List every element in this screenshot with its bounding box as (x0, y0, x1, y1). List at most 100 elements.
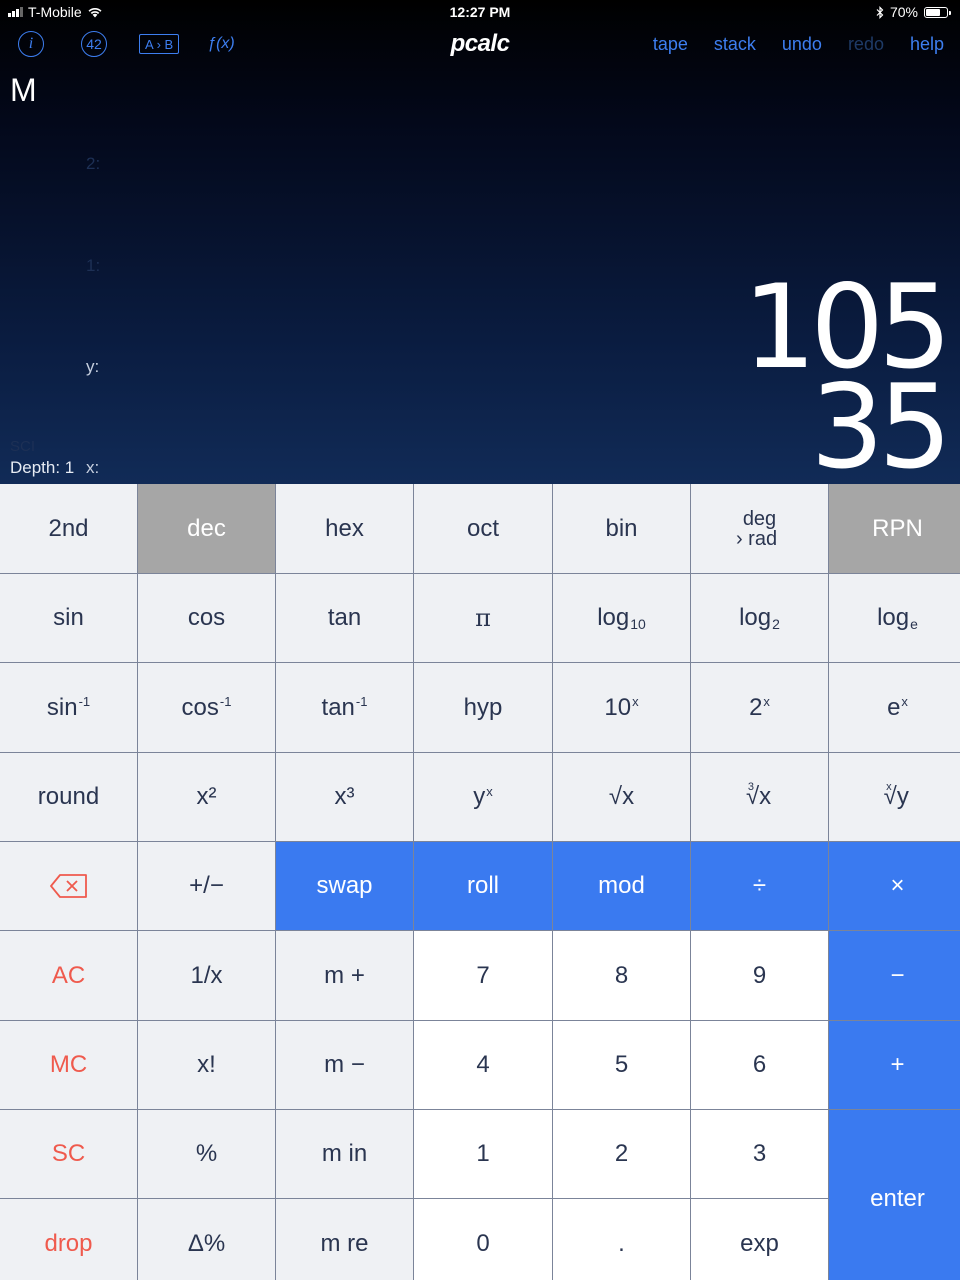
register-label-2: 2: (86, 154, 101, 173)
dec-mode-key[interactable]: dec (138, 484, 275, 573)
digit-3-key[interactable]: 3 (691, 1110, 828, 1198)
digit-1-key[interactable]: 1 (414, 1110, 552, 1198)
x-root-index: x (886, 781, 892, 793)
reciprocal-key[interactable]: 1/x (138, 931, 275, 1020)
oct-mode-key[interactable]: oct (414, 484, 552, 573)
memory-minus-key[interactable]: m − (276, 1021, 413, 1109)
memory-recall-key[interactable]: m re (276, 1199, 413, 1280)
multiply-key[interactable]: × (829, 842, 960, 930)
pi-key[interactable]: π (414, 574, 552, 662)
sin-key[interactable]: sin (0, 574, 137, 662)
bluetooth-icon (876, 5, 884, 19)
acos-sup: -1 (219, 694, 232, 709)
battery-icon (924, 6, 951, 18)
enter-key[interactable]: enter (829, 1110, 960, 1280)
status-bar: T-Mobile 12:27 PM 70% (0, 0, 960, 26)
asin-base: sin (46, 693, 78, 721)
loge-key[interactable]: log e (829, 574, 960, 662)
log10-key[interactable]: log 10 (553, 574, 690, 662)
stack-clear-key[interactable]: SC (0, 1110, 137, 1198)
register-label-y: y: (86, 357, 100, 376)
digit-7-key[interactable]: 7 (414, 931, 552, 1020)
hex-mode-key[interactable]: hex (276, 484, 413, 573)
redo-link[interactable]: redo (848, 34, 884, 55)
log2-base: log (739, 604, 772, 631)
digit-9-key[interactable]: 9 (691, 931, 828, 1020)
exponent-key[interactable]: exp (691, 1199, 828, 1280)
percent-key[interactable]: % (138, 1110, 275, 1198)
roll-key[interactable]: roll (414, 842, 552, 930)
ypow-sup: x (486, 783, 493, 799)
all-clear-key[interactable]: AC (0, 931, 137, 1020)
digit-6-key[interactable]: 6 (691, 1021, 828, 1109)
two-power-key[interactable]: 2x (691, 663, 828, 752)
memory-indicator: M (10, 72, 37, 108)
status-right: 70% (876, 4, 951, 20)
x-cubed-key[interactable]: x³ (276, 753, 413, 841)
digit-2-key[interactable]: 2 (553, 1110, 690, 1198)
asin-key[interactable]: sin -1 (0, 663, 137, 752)
acos-key[interactable]: cos -1 (138, 663, 275, 752)
drop-key[interactable]: drop (0, 1199, 137, 1280)
undo-link[interactable]: undo (782, 34, 822, 55)
bin-mode-key[interactable]: bin (553, 484, 690, 573)
keypad: 2nd dec hex oct bin deg › rad RPN sin cos… (0, 484, 960, 1280)
x-register-value: 35 (810, 360, 952, 485)
delta-percent-key[interactable]: Δ% (138, 1199, 275, 1280)
log2-sub: 2 (772, 616, 780, 632)
square-root-key[interactable]: √x (553, 753, 690, 841)
subtract-key[interactable]: − (829, 931, 960, 1020)
tape-link[interactable]: tape (653, 34, 688, 55)
add-key[interactable]: + (829, 1021, 960, 1109)
display-area: T-Mobile 12:27 PM 70% i 42 A › B ƒ(x) pc… (0, 0, 960, 484)
hyp-key[interactable]: hyp (414, 663, 552, 752)
toolbar-links: tape stack undo redo help (653, 34, 944, 55)
backspace-key[interactable] (0, 842, 137, 930)
second-function-key[interactable]: 2nd (0, 484, 137, 573)
e-power-key[interactable]: ex (829, 663, 960, 752)
ypow-base: y (473, 783, 486, 810)
e-base: e (887, 693, 901, 721)
rpn-mode-key[interactable]: RPN (829, 484, 960, 573)
cos-key[interactable]: cos (138, 574, 275, 662)
cube-root-index: 3 (747, 781, 754, 793)
decimal-point-key[interactable]: . (553, 1199, 690, 1280)
log10-sub: 10 (630, 616, 646, 632)
ten-sup: x (632, 694, 639, 709)
deg-rad-key[interactable]: deg › rad (691, 484, 828, 573)
status-time: 12:27 PM (449, 4, 511, 20)
memory-clear-key[interactable]: MC (0, 1021, 137, 1109)
digit-0-key[interactable]: 0 (414, 1199, 552, 1280)
cube-root-key[interactable]: 3 √x (691, 753, 828, 841)
memory-plus-key[interactable]: m + (276, 931, 413, 1020)
ten-power-key[interactable]: 10 x (553, 663, 690, 752)
x-squared-key[interactable]: x² (138, 753, 275, 841)
digit-8-key[interactable]: 8 (553, 931, 690, 1020)
divide-key[interactable]: ÷ (691, 842, 828, 930)
atan-sup: -1 (355, 694, 368, 709)
y-power-x-key[interactable]: yx (414, 753, 552, 841)
memory-in-key[interactable]: m in (276, 1110, 413, 1198)
backspace-icon (49, 874, 87, 898)
digit-5-key[interactable]: 5 (553, 1021, 690, 1109)
two-base: 2 (749, 693, 763, 721)
register-label-1: 1: (86, 256, 101, 275)
atan-base: tan (321, 693, 355, 721)
stack-link[interactable]: stack (714, 34, 756, 55)
help-link[interactable]: help (910, 34, 944, 55)
tan-key[interactable]: tan (276, 574, 413, 662)
mod-key[interactable]: mod (553, 842, 690, 930)
toolbar: i 42 A › B ƒ(x) pcalc tape stack undo re… (0, 26, 960, 64)
factorial-key[interactable]: x! (138, 1021, 275, 1109)
digit-4-key[interactable]: 4 (414, 1021, 552, 1109)
acos-base: cos (181, 693, 219, 721)
log2-key[interactable]: log 2 (691, 574, 828, 662)
register-label-x: x: (86, 458, 100, 477)
ten-base: 10 (604, 693, 632, 721)
x-root-y-key[interactable]: x √y (829, 753, 960, 841)
log10-base: log (597, 604, 630, 631)
atan-key[interactable]: tan -1 (276, 663, 413, 752)
swap-key[interactable]: swap (276, 842, 413, 930)
round-key[interactable]: round (0, 753, 137, 841)
plus-minus-key[interactable]: +/− (138, 842, 275, 930)
